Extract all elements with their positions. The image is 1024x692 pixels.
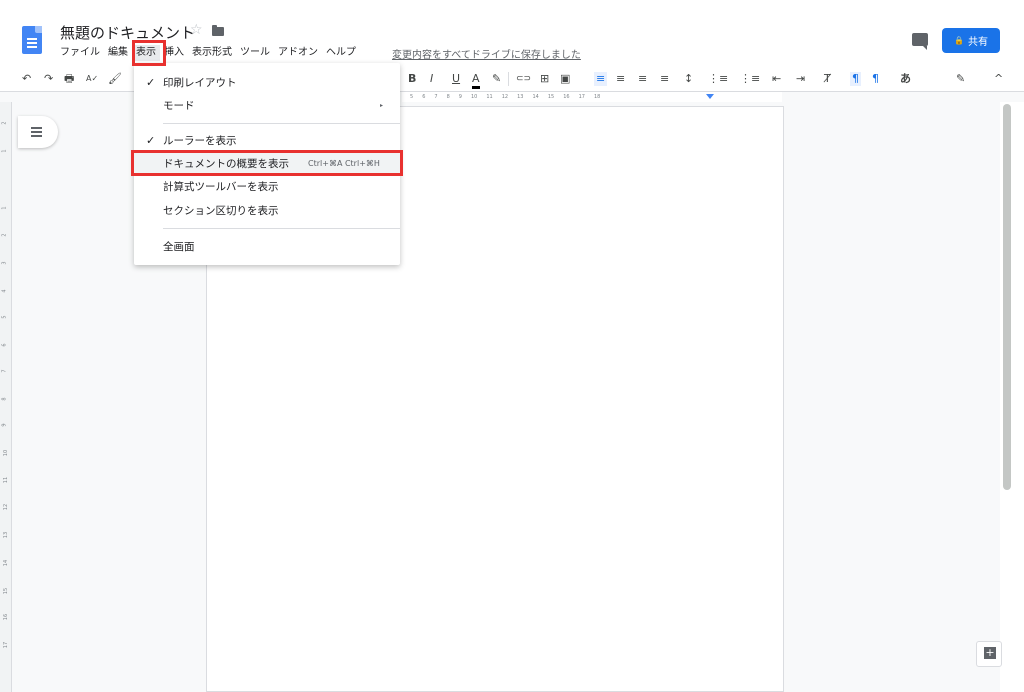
menu-edit[interactable]: 編集: [104, 45, 132, 61]
ruler-tick: 16: [563, 94, 570, 100]
menu-tools[interactable]: ツール: [236, 45, 274, 61]
vruler-tick: 13: [3, 531, 10, 539]
vruler-tick: 5: [1, 315, 8, 319]
vruler-tick: 3: [1, 261, 8, 265]
decrease-indent-icon[interactable]: ⇤: [772, 72, 781, 86]
docs-app: 無題のドキュメント ☆ ファイル 編集 表示 挿入 表示形式 ツール アドオン …: [0, 0, 1024, 692]
star-icon[interactable]: ☆: [190, 22, 203, 38]
vruler-tick: 15: [3, 587, 10, 595]
bulleted-list-icon[interactable]: ⋮≡: [740, 72, 760, 86]
menu-item-show-section-breaks[interactable]: セクション区切りを表示: [134, 199, 400, 221]
ruler-tick: 12: [501, 94, 509, 100]
vruler-tick: 4: [1, 289, 8, 293]
ruler-tick: 6: [422, 94, 426, 100]
vruler-tick: 17: [3, 641, 10, 649]
numbered-list-icon[interactable]: ⋮≡: [708, 72, 728, 86]
comment-history-icon[interactable]: [912, 33, 928, 50]
folder-icon[interactable]: [212, 25, 224, 36]
align-right-icon[interactable]: ≡: [638, 72, 647, 86]
menu-item-show-equation-toolbar[interactable]: 計算式ツールバーを表示: [134, 175, 400, 197]
ruler-tick: 9: [458, 94, 462, 100]
ruler-tick: 17: [578, 94, 585, 100]
vruler-tick: 9: [1, 423, 8, 427]
submenu-arrow-icon: ▸: [380, 101, 384, 109]
align-left-icon[interactable]: ≡: [594, 72, 608, 86]
italic-icon[interactable]: I: [430, 72, 433, 86]
document-title[interactable]: 無題のドキュメント: [60, 22, 195, 43]
ruler-tick: 14: [532, 94, 539, 100]
ruler-tick: 8: [446, 94, 450, 100]
vruler-tick: 11: [3, 476, 10, 484]
collapse-menus-icon[interactable]: ^: [994, 72, 1003, 86]
undo-icon[interactable]: ↶: [22, 72, 31, 86]
vruler-tick: 1: [1, 206, 8, 210]
vruler-tick: 16: [3, 613, 10, 621]
share-button[interactable]: 🔒 共有: [942, 28, 1000, 53]
bold-icon[interactable]: B: [408, 72, 416, 86]
menu-separator: [163, 228, 400, 229]
document-outline-icon[interactable]: [18, 116, 58, 148]
ruler-tick: 18: [593, 94, 601, 100]
menu-item-full-screen[interactable]: 全画面: [134, 235, 400, 257]
share-label: 共有: [967, 37, 988, 48]
highlight-box-view-menu: [132, 40, 166, 66]
vruler-tick: 12: [3, 503, 10, 511]
vertical-ruler: 2 1 1 2 3 4 5 6 7 8 9 10 11 12 13 14 15 …: [0, 102, 12, 692]
menu-format[interactable]: 表示形式: [188, 45, 236, 61]
spellcheck-icon[interactable]: A✓: [86, 72, 98, 86]
lock-icon: 🔒: [954, 36, 964, 45]
edit-mode-icon[interactable]: ✎: [956, 72, 965, 86]
line-spacing-icon[interactable]: ↕: [684, 72, 693, 86]
menu-bar: ファイル 編集 表示 挿入 表示形式 ツール アドオン ヘルプ: [56, 45, 360, 61]
vruler-tick: 8: [1, 397, 8, 401]
vruler-tick: 14: [3, 559, 10, 567]
insert-image-icon[interactable]: ▣: [560, 72, 570, 86]
scrollbar-thumb[interactable]: [1003, 104, 1011, 490]
ruler-tick: 7: [434, 94, 438, 100]
ruler-tick: 15: [547, 94, 555, 100]
vruler-tick: 7: [1, 369, 8, 373]
ruler-tick: 10: [470, 94, 478, 100]
print-icon[interactable]: 🖶: [64, 72, 74, 86]
check-icon: ✓: [146, 133, 156, 147]
rtl-icon[interactable]: ¶: [872, 72, 879, 86]
menu-separator: [163, 123, 400, 124]
menu-help[interactable]: ヘルプ: [322, 45, 360, 61]
clear-formatting-icon[interactable]: Ⱦ: [824, 72, 831, 86]
menu-addons[interactable]: アドオン: [274, 45, 322, 61]
check-icon: ✓: [146, 75, 156, 89]
menu-item-mode[interactable]: モード ▸: [134, 94, 400, 116]
docs-logo-icon[interactable]: [22, 26, 42, 54]
add-comment-icon[interactable]: ⊞: [540, 72, 549, 86]
link-icon[interactable]: ⊂⊃: [516, 72, 531, 86]
menu-item-print-layout[interactable]: ✓ 印刷レイアウト: [134, 71, 400, 93]
highlight-icon[interactable]: ✎: [492, 72, 501, 86]
align-center-icon[interactable]: ≡: [616, 72, 625, 86]
vruler-tick: 10: [3, 449, 10, 457]
ruler-tick: 11: [486, 94, 493, 100]
vruler-tick: 1: [1, 149, 8, 153]
ruler-tick: 13: [517, 94, 524, 100]
redo-icon[interactable]: ↷: [44, 72, 53, 86]
ruler-scale: 5 6 7 8 9 10 11 12 13 14 15 16 17 18: [402, 92, 782, 102]
menu-file[interactable]: ファイル: [56, 45, 104, 61]
vruler-tick: 6: [1, 343, 8, 347]
right-indent-marker[interactable]: [706, 94, 714, 99]
ltr-icon[interactable]: ¶: [850, 72, 861, 86]
vruler-tick: 2: [1, 233, 8, 237]
increase-indent-icon[interactable]: ⇥: [796, 72, 805, 86]
toolbar-separator: [508, 72, 509, 86]
save-status-link[interactable]: 変更内容をすべてドライブに保存しました: [392, 46, 581, 61]
input-tools-icon[interactable]: あ: [900, 72, 911, 86]
underline-icon[interactable]: U: [452, 72, 460, 86]
vruler-tick: 2: [1, 121, 8, 125]
align-justify-icon[interactable]: ≡: [660, 72, 669, 86]
text-color-icon[interactable]: A: [472, 72, 480, 89]
ruler-tick: 5: [410, 94, 414, 100]
highlight-box-outline-item: [131, 150, 403, 176]
menu-item-show-ruler[interactable]: ✓ ルーラーを表示: [134, 129, 400, 151]
paint-format-icon[interactable]: 🖌: [108, 72, 122, 86]
explore-icon[interactable]: [976, 641, 1002, 667]
